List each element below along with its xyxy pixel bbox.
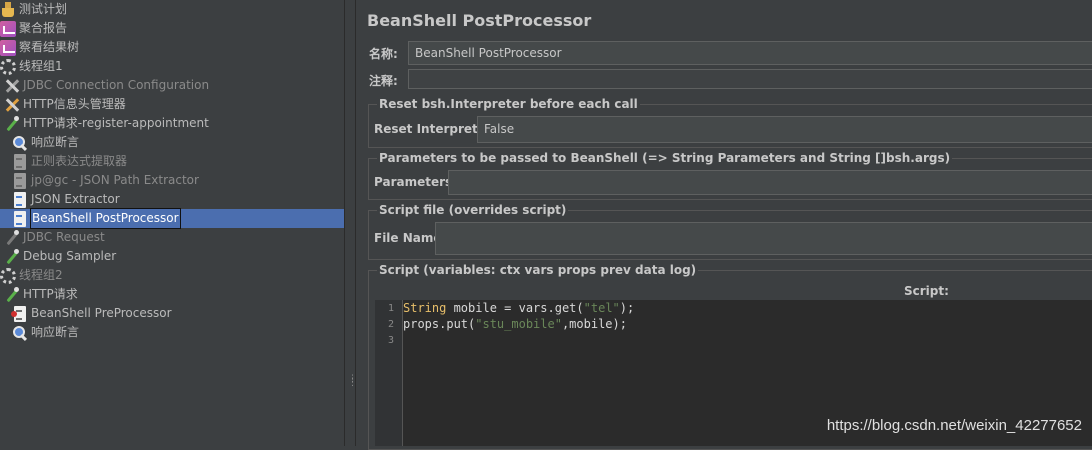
sampler-icon [4, 248, 20, 265]
script-label: Script: [904, 284, 949, 298]
tree-node-thread-group-2[interactable]: 线程组2 [0, 266, 63, 285]
tree-node-jdbc-request[interactable]: JDBC Request [4, 228, 105, 247]
file-name-input[interactable] [435, 222, 1092, 255]
postprocessor-icon [14, 210, 26, 227]
tree-node-label: 正则表达式提取器 [31, 154, 128, 168]
sampler-icon [4, 229, 20, 246]
line-number: 3 [387, 335, 394, 346]
tree-node-beanshell-postprocessor[interactable]: BeanShell PostProcessor [0, 208, 344, 229]
tree-node-http-request-register[interactable]: HTTP请求-register-appointment [4, 114, 209, 133]
parameters-input[interactable] [448, 170, 1092, 195]
comment-input[interactable] [408, 69, 1092, 89]
tree-node-json-path-extractor[interactable]: jp@gc - JSON Path Extractor [12, 171, 199, 190]
tree-node-label: BeanShell PostProcessor [30, 208, 181, 229]
reset-interpreter-select[interactable]: False [477, 116, 1092, 143]
code-text: ,mobile); [561, 317, 627, 331]
preprocessor-icon [11, 305, 26, 322]
magnifier-icon [12, 325, 28, 341]
tree-node-response-assertion-2[interactable]: 响应断言 [12, 323, 79, 342]
code-line-2: props.put("stu_mobile",mobile); [403, 317, 627, 331]
pane-splitter[interactable]: ⋮ ⋮ [344, 0, 357, 446]
tree-node-json-extractor[interactable]: JSON Extractor [12, 190, 120, 209]
tree-node-beanshell-preprocessor[interactable]: BeanShell PreProcessor [11, 304, 172, 323]
group-title: Script (variables: ctx vars props prev d… [377, 263, 699, 277]
report-icon [0, 39, 16, 56]
code-string: "stu_mobile" [475, 317, 562, 331]
tree-node-label: JDBC Request [23, 230, 105, 244]
test-plan-tree: 测试计划 聚合报告 察看结果树 线程组1 JDBC Connection Con… [0, 0, 344, 446]
tree-node-view-results-tree[interactable]: 察看结果树 [0, 38, 79, 57]
line-number: 2 [387, 319, 394, 330]
tree-node-label: JDBC Connection Configuration [23, 78, 210, 92]
gear-icon [0, 267, 16, 284]
extractor-icon [14, 191, 26, 208]
name-label: 名称: [369, 47, 398, 61]
tree-node-jdbc-connection-config[interactable]: JDBC Connection Configuration [4, 76, 209, 95]
extractor-icon [14, 172, 26, 189]
group-title: Script file (overrides script) [377, 203, 569, 217]
wrench-icon [4, 97, 20, 113]
tree-node-label: jp@gc - JSON Path Extractor [31, 173, 199, 187]
group-title: Reset bsh.Interpreter before each call [377, 97, 640, 111]
group-title: Parameters to be passed to BeanShell (=>… [377, 151, 953, 165]
tree-node-response-assertion[interactable]: 响应断言 [12, 133, 79, 152]
tree-node-label: Debug Sampler [23, 249, 117, 263]
extractor-icon [14, 153, 26, 170]
sampler-icon [4, 286, 20, 303]
tree-node-label: 线程组2 [19, 268, 63, 282]
code-text: ); [619, 301, 635, 315]
code-line-1: String mobile = vars.get("tel"); [403, 301, 634, 315]
tree-node-label: BeanShell PreProcessor [31, 306, 172, 320]
magnifier-icon [12, 135, 28, 151]
tree-node-label: 测试计划 [19, 2, 68, 16]
tree-node-label: 线程组1 [19, 59, 63, 73]
tree-node-debug-sampler[interactable]: Debug Sampler [4, 247, 116, 266]
tree-node-regex-extractor[interactable]: 正则表达式提取器 [12, 152, 127, 171]
comment-label: 注释: [369, 74, 398, 88]
splitter-grip-icon[interactable]: ⋮ ⋮ [348, 375, 357, 388]
tree-node-http-request[interactable]: HTTP请求 [4, 285, 78, 304]
test-plan-icon [0, 1, 16, 18]
line-number: 1 [387, 303, 394, 314]
gear-icon [0, 58, 16, 75]
line-number-gutter: 1 2 3 [375, 300, 403, 446]
report-icon [0, 20, 16, 37]
wrench-icon [4, 78, 20, 94]
tree-node-http-header-manager[interactable]: HTTP信息头管理器 [4, 95, 126, 114]
tree-node-label: 察看结果树 [19, 40, 80, 54]
tree-node-label: 响应断言 [31, 135, 80, 149]
code-keyword: String [403, 301, 447, 315]
tree-node-aggregate-report[interactable]: 聚合报告 [0, 19, 67, 38]
code-string: "tel" [583, 301, 620, 315]
tree-node-label: HTTP信息头管理器 [23, 97, 126, 111]
sampler-icon [4, 115, 20, 132]
name-input[interactable]: BeanShell PostProcessor [408, 41, 1092, 65]
tree-node-label: HTTP请求 [23, 287, 78, 301]
tree-node-label: JSON Extractor [31, 192, 120, 206]
tree-node-label: HTTP请求-register-appointment [23, 116, 209, 130]
parameters-label: Parameters: [374, 175, 457, 189]
tree-node-thread-group-1[interactable]: 线程组1 [0, 57, 63, 76]
tree-node-test-plan[interactable]: 测试计划 [0, 0, 67, 19]
panel-title: BeanShell PostProcessor [367, 11, 592, 30]
code-text: props.put( [403, 317, 476, 331]
tree-node-label: 响应断言 [31, 325, 80, 339]
beanshell-postprocessor-panel: BeanShell PostProcessor 名称: BeanShell Po… [356, 0, 1092, 450]
watermark-url: https://blog.csdn.net/weixin_42277652 [826, 417, 1082, 434]
code-text: mobile = vars.get( [446, 301, 584, 315]
tree-node-label: 聚合报告 [19, 21, 68, 35]
